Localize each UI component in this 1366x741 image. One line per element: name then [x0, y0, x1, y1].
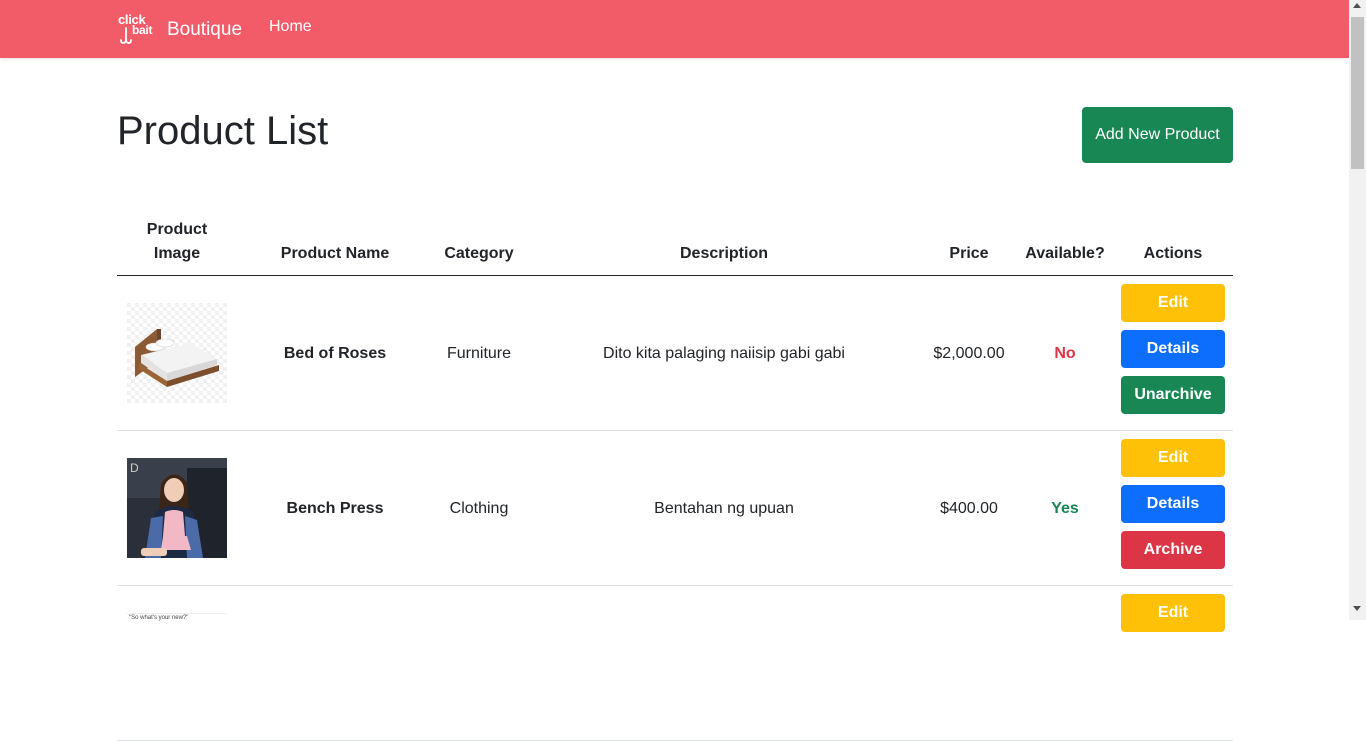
availability-status: No	[1054, 344, 1076, 362]
svg-text:D: D	[130, 461, 139, 475]
header-description: Description	[679, 245, 768, 262]
clickbait-logo: click bait	[118, 13, 164, 46]
edit-button[interactable]: Edit	[1121, 284, 1225, 322]
archive-button[interactable]: Archive	[1121, 531, 1225, 569]
product-name: Bench Press	[286, 499, 384, 517]
table-row: "So what's your new?" Edit	[117, 586, 1233, 741]
table-row: Bed of Roses Furniture Dito kita palagin…	[117, 276, 1233, 431]
product-price: $2,000.00	[933, 344, 1005, 362]
product-table: Product Image Product Name Category Desc…	[117, 210, 1233, 741]
header-price: Price	[949, 245, 989, 262]
woman-portrait-image: D	[127, 458, 227, 558]
unarchive-button[interactable]: Unarchive	[1121, 376, 1225, 414]
product-image: "So what's your new?"	[127, 613, 227, 713]
table-header: Product Image Product Name Category Desc…	[117, 210, 1233, 276]
product-image: D	[127, 458, 227, 558]
edit-button[interactable]: Edit	[1121, 594, 1225, 632]
availability-status: Yes	[1051, 499, 1079, 517]
product-description: Dito kita palaging naiisip gabi gabi	[603, 344, 845, 362]
scrollbar-thumb[interactable]	[1351, 17, 1364, 169]
hook-icon	[120, 27, 132, 44]
details-button[interactable]: Details	[1121, 330, 1225, 368]
header-category: Category	[444, 245, 514, 262]
logo-bait-text: bait	[132, 23, 153, 37]
quote-image-caption: "So what's your new?"	[129, 615, 189, 621]
product-category: Furniture	[446, 344, 512, 362]
product-category: Clothing	[449, 499, 509, 517]
vertical-scrollbar[interactable]	[1349, 0, 1366, 620]
nav-home-link[interactable]: Home	[269, 18, 312, 36]
brand-logo[interactable]: click bait Boutique	[118, 13, 243, 46]
add-new-product-button[interactable]: Add New Product	[1082, 107, 1233, 163]
product-price: $400.00	[940, 499, 998, 517]
brand-name: Boutique	[167, 19, 243, 40]
scroll-up-arrow-icon[interactable]	[1353, 3, 1361, 8]
navbar: click bait Boutique Home	[0, 0, 1349, 58]
scroll-down-arrow-icon[interactable]	[1353, 606, 1361, 611]
bed-image	[127, 303, 227, 403]
header-actions: Actions	[1143, 245, 1203, 262]
header-product-name: Product Name	[280, 245, 390, 262]
header-available: Available?	[1025, 245, 1105, 262]
product-name: Bed of Roses	[283, 344, 387, 362]
header-product-image: Product Image	[146, 221, 208, 262]
product-image	[127, 303, 227, 403]
edit-button[interactable]: Edit	[1121, 439, 1225, 477]
product-description: Bentahan ng upuan	[654, 499, 794, 517]
table-row: D Bench Press Clothing Bentahan ng upuan…	[117, 431, 1233, 586]
page-title: Product List	[117, 109, 329, 153]
details-button[interactable]: Details	[1121, 485, 1225, 523]
